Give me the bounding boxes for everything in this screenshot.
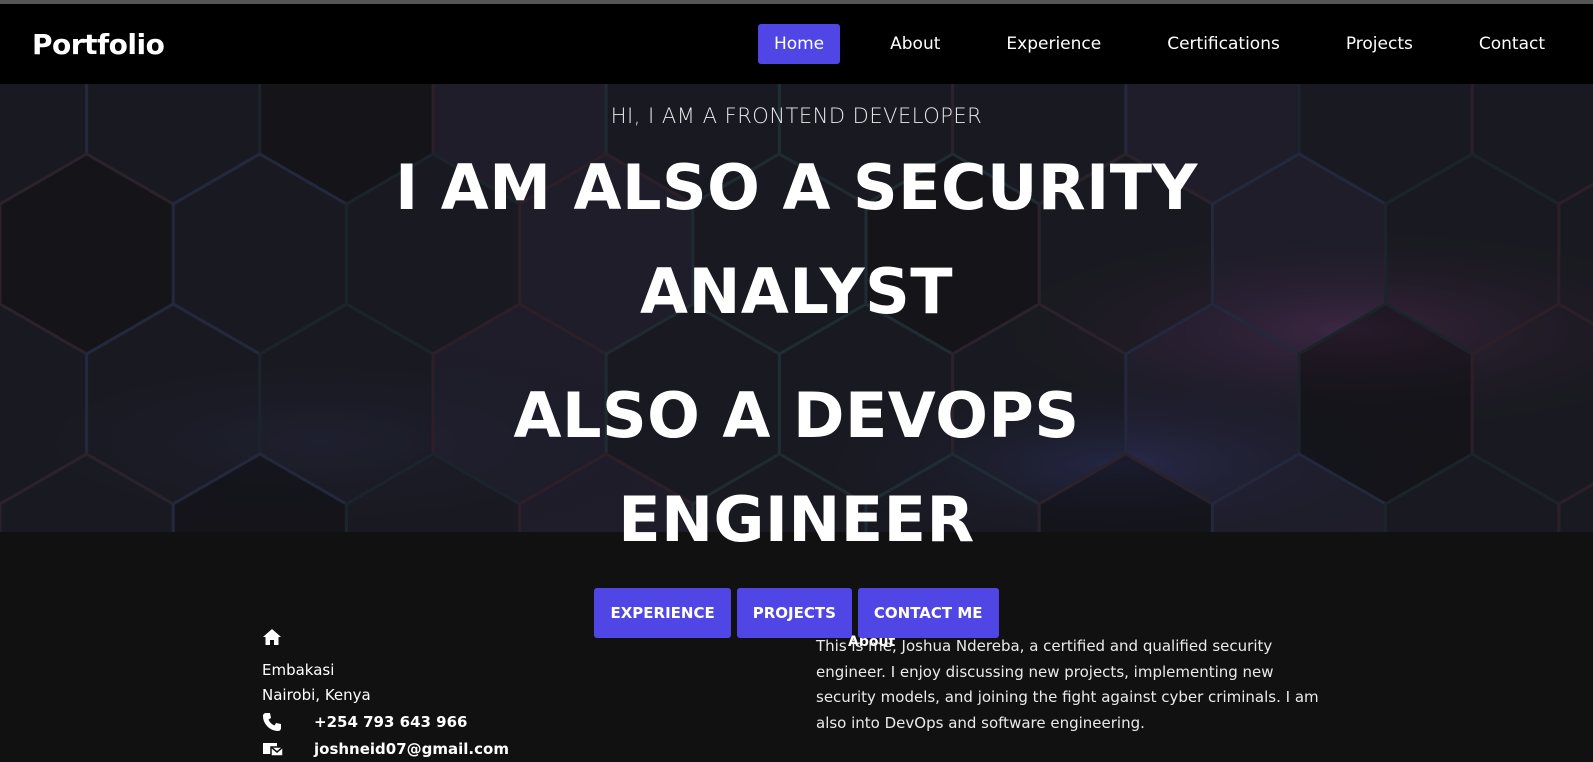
email-row: joshneid07@gmail.com <box>262 735 662 762</box>
phone-icon <box>262 712 314 732</box>
hero-title-secondary: ALSO A DEVOPS ENGINEER <box>0 364 1593 572</box>
phone-number[interactable]: +254 793 643 966 <box>314 713 467 731</box>
email-address[interactable]: joshneid07@gmail.com <box>314 740 509 758</box>
nav-item-certifications[interactable]: Certifications <box>1151 24 1296 64</box>
hero-title-line: ENGINEER <box>618 483 975 556</box>
nav-item-home[interactable]: Home <box>757 24 841 64</box>
nav-item-experience[interactable]: Experience <box>990 24 1117 64</box>
email-icon <box>262 740 314 758</box>
hero-content: HI, I AM A FRONTEND DEVELOPER I AM ALSO … <box>0 84 1593 638</box>
hero-subtitle: HI, I AM A FRONTEND DEVELOPER <box>610 104 983 128</box>
nav-item-projects[interactable]: Projects <box>1330 24 1429 64</box>
brand-logo[interactable]: Portfolio <box>32 28 165 61</box>
hero-title-line: I AM ALSO A SECURITY <box>395 151 1198 224</box>
contact-info: Embakasi Nairobi, Kenya +254 793 643 966… <box>262 628 662 762</box>
hero-title-line: ANALYST <box>639 255 954 328</box>
address-line: Nairobi, Kenya <box>262 686 371 704</box>
nav-item-contact[interactable]: Contact <box>1463 24 1561 64</box>
navbar: Portfolio Home About Experience Certific… <box>0 4 1593 84</box>
nav-item-about[interactable]: About <box>874 24 956 64</box>
hero-buttons: EXPERIENCE PROJECTS CONTACT ME <box>0 588 1593 638</box>
projects-button[interactable]: PROJECTS <box>736 588 852 638</box>
phone-row: +254 793 643 966 <box>262 708 662 735</box>
contact-me-button[interactable]: CONTACT ME <box>857 588 999 638</box>
nav-links: Home About Experience Certifications Pro… <box>757 24 1561 64</box>
about-text: This is me, Joshua Ndereba, a certified … <box>816 637 1319 732</box>
address-line: Embakasi <box>262 661 335 679</box>
hero-title: I AM ALSO A SECURITY ANALYST <box>0 136 1593 344</box>
experience-button[interactable]: EXPERIENCE <box>594 588 731 638</box>
hero-title-line: ALSO A DEVOPS <box>513 379 1080 452</box>
